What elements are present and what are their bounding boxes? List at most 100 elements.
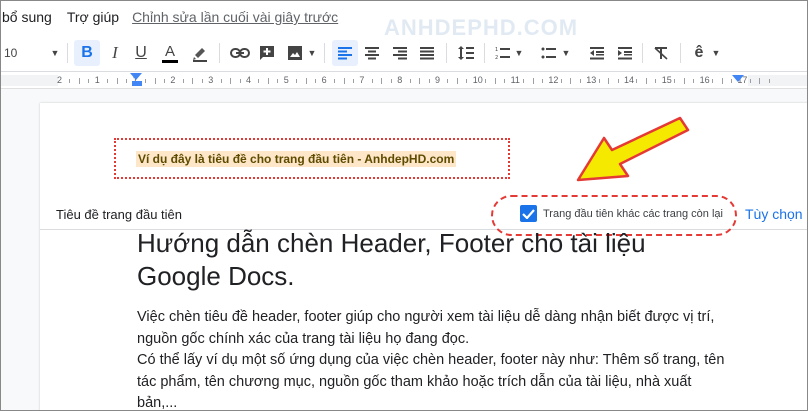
align-left-button[interactable] <box>332 40 358 66</box>
text-color-swatch <box>162 59 178 63</box>
ruler-tick <box>371 79 373 83</box>
first-line-indent-marker-icon[interactable] <box>132 81 142 86</box>
align-left-icon <box>338 47 352 60</box>
right-indent-marker-icon[interactable] <box>732 75 744 83</box>
header-text[interactable]: Ví dụ đây là tiêu đề cho trang đầu tiên … <box>136 151 457 167</box>
align-center-icon <box>365 47 379 60</box>
ruler-tick <box>343 78 345 84</box>
ruler-tick <box>608 78 610 84</box>
svg-text:1: 1 <box>495 47 498 53</box>
italic-label: I <box>112 43 118 62</box>
ruler-tick <box>258 79 260 83</box>
align-center-button[interactable] <box>360 40 384 66</box>
numbered-list-button[interactable]: 12 <box>492 40 514 66</box>
chevron-down-icon: ▼ <box>514 48 524 58</box>
link-icon <box>230 48 250 58</box>
chevron-down-icon: ▼ <box>307 48 317 58</box>
ruler-tick <box>334 79 336 83</box>
chevron-down-icon: ▼ <box>711 48 721 58</box>
line-spacing-button[interactable] <box>454 40 478 66</box>
yellow-arrow-icon <box>576 116 690 182</box>
last-edit-link[interactable]: Chỉnh sửa lần cuối vài giây trước <box>132 9 338 25</box>
toolbar: 10 ▼ B I U A ▼ 12 ▼ ▼ ê ▼ <box>0 34 808 72</box>
ruler-number: 12 <box>548 75 559 85</box>
ruler-tick <box>390 79 392 83</box>
ruler-number: 15 <box>661 75 672 85</box>
ruler-tick <box>598 79 600 83</box>
ruler-tick <box>239 79 241 83</box>
font-size-field[interactable]: 10 <box>4 40 34 66</box>
header-section-label: Tiêu đề trang đầu tiên <box>56 207 182 222</box>
toolbar-divider <box>484 43 485 63</box>
text-color-button[interactable]: A <box>158 40 182 66</box>
ruler-tick <box>721 78 723 84</box>
ruler-tick <box>693 79 695 83</box>
font-size-value: 10 <box>4 46 18 60</box>
ruler-tick <box>220 79 222 83</box>
ruler-number: 1 <box>94 75 100 85</box>
clear-formatting-icon <box>654 47 668 60</box>
input-tools-button[interactable]: ê <box>688 40 710 66</box>
clear-formatting-button[interactable] <box>650 40 672 66</box>
input-tools-dropdown[interactable]: ▼ <box>710 40 722 66</box>
increase-indent-button[interactable] <box>614 40 636 66</box>
bulleted-list-dropdown[interactable]: ▼ <box>560 40 572 66</box>
ruler-number: 8 <box>397 75 403 85</box>
ruler-tick <box>145 79 147 83</box>
ruler-number: 3 <box>208 75 214 85</box>
insert-image-button[interactable] <box>283 40 307 66</box>
header-options-link[interactable]: Tùy chọn <box>745 206 803 222</box>
align-right-button[interactable] <box>388 40 412 66</box>
body-line: nguồn gốc chính xác của trang tài liệu h… <box>137 330 470 347</box>
ruler-tick <box>116 78 118 84</box>
body-line: tác phẩm, tên chương mục, nguồn gốc tham… <box>137 373 692 390</box>
ruler-tick <box>163 79 165 83</box>
bulleted-list-button[interactable] <box>538 40 560 66</box>
highlight-button[interactable] <box>188 40 212 66</box>
ruler-number: 11 <box>510 75 520 85</box>
ruler-tick <box>88 79 90 83</box>
image-dropdown[interactable]: ▼ <box>306 40 318 66</box>
left-indent-marker-icon[interactable] <box>130 73 142 81</box>
insert-link-button[interactable] <box>228 40 252 66</box>
numbered-list-dropdown[interactable]: ▼ <box>513 40 525 66</box>
line-spacing-icon <box>458 46 474 60</box>
underline-button[interactable]: U <box>129 40 153 66</box>
ruler-tick <box>655 79 657 83</box>
toolbar-divider <box>642 43 643 63</box>
ruler-number: 13 <box>586 75 597 85</box>
ruler-tick <box>749 79 751 83</box>
underline-label: U <box>135 44 147 61</box>
ruler[interactable]: 2 1 1 2 3 4 5 6 7 8 9 10 11 12 13 14 15 16 17 <box>0 72 808 89</box>
justify-button[interactable] <box>415 40 439 66</box>
highlighter-icon <box>193 48 207 62</box>
ruler-tick <box>381 78 383 84</box>
ruler-tick <box>523 79 525 83</box>
ruler-number: 14 <box>624 75 635 85</box>
decrease-indent-icon <box>590 47 604 60</box>
ruler-tick <box>107 79 109 83</box>
bold-button[interactable]: B <box>74 40 100 66</box>
document-title[interactable]: Hướng dẫn chèn Header, Footer cho tài li… <box>137 227 737 293</box>
ruler-tick <box>645 78 647 84</box>
decrease-indent-button[interactable] <box>586 40 608 66</box>
ruler-number: 7 <box>359 75 365 85</box>
ruler-tick <box>617 79 619 83</box>
document-title-line: Google Docs. <box>137 261 295 291</box>
ruler-tick <box>230 78 232 84</box>
ruler-number: 10 <box>472 75 483 85</box>
toolbar-divider <box>219 43 220 63</box>
menu-item-addons[interactable]: bổ sung <box>0 9 52 25</box>
italic-button[interactable]: I <box>103 40 127 66</box>
document-body[interactable]: Việc chèn tiêu đề header, footer giúp ch… <box>137 307 777 411</box>
menu-item-help[interactable]: Trợ giúp <box>65 9 119 25</box>
add-comment-button[interactable] <box>255 40 279 66</box>
font-size-dropdown[interactable]: ▼ <box>48 40 62 66</box>
ruler-tick <box>485 79 487 83</box>
svg-text:2: 2 <box>495 55 498 60</box>
image-icon <box>288 46 302 60</box>
ruler-number: 2 <box>57 75 63 85</box>
ruler-tick <box>504 79 506 83</box>
align-right-icon <box>393 47 407 60</box>
ruler-tick <box>296 79 298 83</box>
